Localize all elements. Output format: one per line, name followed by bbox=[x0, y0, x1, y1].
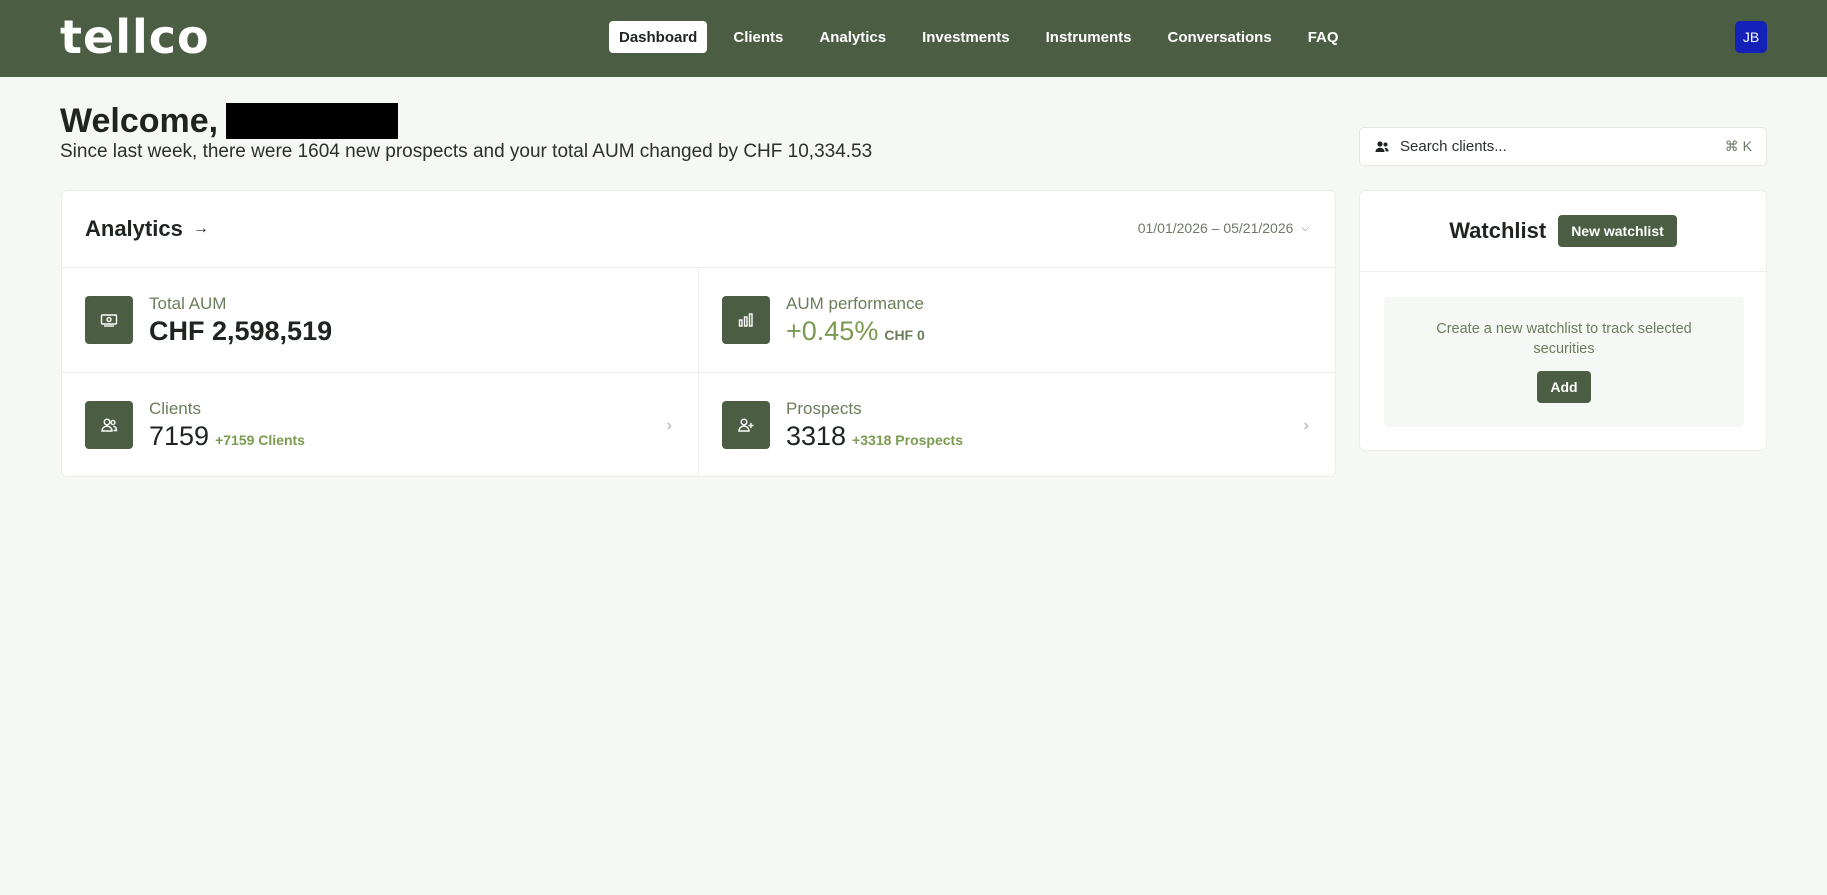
metric-label: Total AUM bbox=[149, 294, 227, 313]
chevron-right-icon[interactable]: › bbox=[1304, 417, 1309, 435]
metric-value: 3318 +3318 Prospects bbox=[786, 421, 963, 452]
metric-label: Clients bbox=[149, 399, 201, 418]
metric-clients[interactable]: Clients 7159 +7159 Clients › bbox=[62, 373, 699, 477]
analytics-header: Analytics → 01/01/2026 – 05/21/2026 ⌵ bbox=[62, 191, 1335, 268]
metric-label: AUM performance bbox=[786, 294, 924, 313]
nav-instruments[interactable]: Instruments bbox=[1036, 21, 1142, 53]
search-shortcut: ⌘ K bbox=[1724, 138, 1752, 154]
nav-faq[interactable]: FAQ bbox=[1298, 21, 1349, 53]
user-plus-icon bbox=[722, 401, 770, 449]
date-range-value: 01/01/2026 – 05/21/2026 bbox=[1137, 220, 1294, 236]
nav-analytics[interactable]: Analytics bbox=[809, 21, 896, 53]
metric-prospects[interactable]: Prospects 3318 +3318 Prospects › bbox=[699, 373, 1335, 477]
metric-value: CHF 2,598,519 bbox=[149, 316, 333, 346]
nav-clients[interactable]: Clients bbox=[723, 21, 793, 53]
date-range-picker[interactable]: 01/01/2026 – 05/21/2026 ⌵ bbox=[1138, 220, 1309, 236]
redacted-user-name bbox=[226, 103, 399, 139]
welcome-summary: Since last week, there were 1604 new pro… bbox=[60, 141, 873, 162]
watchlist-empty-text: Create a new watchlist to track selected… bbox=[1436, 321, 1692, 357]
welcome-greeting: Welcome, bbox=[60, 102, 219, 140]
nav-investments[interactable]: Investments bbox=[912, 21, 1020, 53]
watchlist-header: Watchlist New watchlist bbox=[1360, 191, 1766, 272]
page-title: Welcome, bbox=[60, 100, 399, 142]
logo[interactable]: tellco bbox=[60, 12, 210, 62]
users-icon bbox=[85, 401, 133, 449]
top-navigation-bar: tellco Dashboard Clients Analytics Inves… bbox=[0, 0, 1827, 77]
clients-count: 7159 bbox=[149, 421, 210, 451]
arrow-right-icon: → bbox=[192, 220, 209, 237]
prospects-delta: +3318 Prospects bbox=[852, 432, 963, 448]
clients-delta: +7159 Clients bbox=[215, 432, 305, 448]
metric-total-aum: Total AUM CHF 2,598,519 bbox=[62, 268, 699, 373]
nav-conversations[interactable]: Conversations bbox=[1157, 21, 1281, 53]
nav-dashboard[interactable]: Dashboard bbox=[609, 21, 708, 53]
metric-value: 7159 +7159 Clients bbox=[149, 421, 305, 452]
analytics-title-link[interactable]: Analytics → bbox=[85, 216, 209, 242]
performance-percent: +0.45% bbox=[786, 316, 879, 346]
search-input[interactable] bbox=[1400, 138, 1725, 155]
analytics-title: Analytics bbox=[85, 216, 183, 241]
main-nav: Dashboard Clients Analytics Investments … bbox=[609, 21, 1365, 53]
bar-chart-icon bbox=[722, 296, 770, 344]
watchlist-empty-state: Create a new watchlist to track selected… bbox=[1384, 297, 1744, 427]
metric-aum-performance: AUM performance +0.45% CHF 0 bbox=[699, 268, 1335, 373]
users-icon bbox=[1375, 140, 1389, 152]
performance-amount: CHF 0 bbox=[884, 327, 925, 343]
client-search-box[interactable]: ⌘ K bbox=[1359, 127, 1767, 166]
watchlist-title: Watchlist bbox=[1449, 218, 1547, 243]
metrics-grid: Total AUM CHF 2,598,519 AUM performance … bbox=[62, 268, 1335, 477]
money-icon bbox=[85, 296, 133, 344]
add-watchlist-button[interactable]: Add bbox=[1537, 371, 1591, 403]
watchlist-card: Watchlist New watchlist Create a new wat… bbox=[1359, 190, 1767, 451]
new-watchlist-button[interactable]: New watchlist bbox=[1558, 215, 1677, 247]
metric-label: Prospects bbox=[786, 399, 862, 418]
chevron-down-icon: ⌵ bbox=[1301, 222, 1309, 234]
prospects-count: 3318 bbox=[786, 421, 847, 451]
analytics-card: Analytics → 01/01/2026 – 05/21/2026 ⌵ To… bbox=[61, 190, 1336, 477]
chevron-right-icon[interactable]: › bbox=[667, 417, 672, 435]
metric-value: +0.45% CHF 0 bbox=[786, 316, 925, 347]
user-avatar[interactable]: JB bbox=[1735, 21, 1767, 53]
